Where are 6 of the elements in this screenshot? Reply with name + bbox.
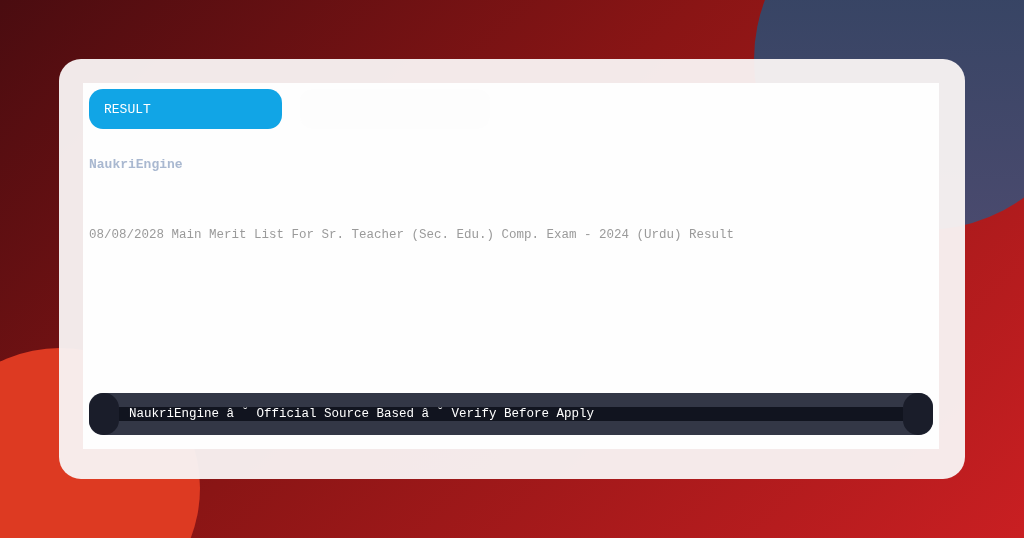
end-knob [89, 393, 119, 435]
footer-text: NaukriEngine â ˘ Official Source Based â ˘ Verify Before Apply [119, 407, 903, 421]
brand-name: NaukriEngine [89, 157, 184, 172]
category-badge: RESULT [89, 89, 282, 129]
end-knob [903, 393, 933, 435]
headline: 08/08/2028 Main Merit List For Sr. Teacher (Sec. Edu.) Comp. Exam - 2024 (Urdu) Result [89, 228, 736, 242]
